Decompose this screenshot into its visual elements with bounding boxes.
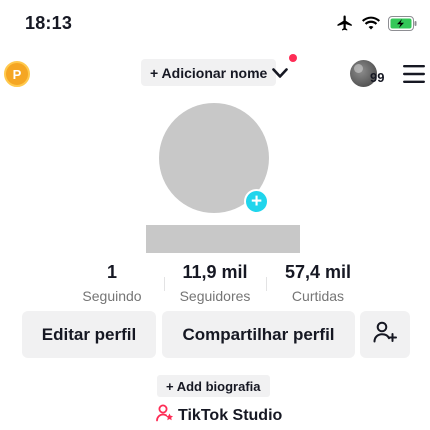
chevron-down-icon[interactable] bbox=[272, 66, 288, 84]
stat-value: 11,9 mil bbox=[182, 262, 248, 282]
avatar-glare bbox=[354, 64, 363, 73]
studio-label: TikTok Studio bbox=[178, 406, 283, 424]
stat-divider bbox=[164, 277, 165, 291]
stat-value: 57,4 mil bbox=[284, 262, 352, 282]
edit-profile-button[interactable]: Editar perfil bbox=[22, 311, 156, 358]
add-user-icon bbox=[373, 321, 397, 348]
stat-likes[interactable]: 57,4 mil Curtidas bbox=[272, 262, 364, 304]
stat-label: Seguidores bbox=[179, 288, 251, 304]
wifi-icon bbox=[362, 16, 380, 30]
add-bio-button[interactable]: + Add biografia bbox=[157, 375, 270, 397]
add-photo-button[interactable]: + bbox=[244, 189, 269, 214]
menu-icon[interactable] bbox=[403, 65, 425, 88]
battery-charging-icon bbox=[388, 15, 418, 31]
notification-dot bbox=[289, 54, 297, 62]
status-icons bbox=[336, 14, 418, 32]
coin-icon[interactable]: P bbox=[4, 61, 30, 87]
status-time: 18:13 bbox=[25, 13, 73, 33]
stat-divider bbox=[266, 277, 267, 291]
stat-following[interactable]: 1 Seguindo bbox=[72, 262, 152, 304]
studio-icon bbox=[156, 404, 174, 427]
username-placeholder bbox=[146, 225, 300, 253]
add-name-button[interactable]: + Adicionar nome bbox=[141, 59, 277, 86]
avatar-badge: 99 bbox=[370, 70, 385, 85]
stat-label: Curtidas bbox=[291, 288, 345, 304]
stat-label: Seguindo bbox=[82, 288, 142, 304]
add-friend-button[interactable] bbox=[360, 311, 410, 358]
share-profile-button[interactable]: Compartilhar perfil bbox=[162, 311, 355, 358]
tiktok-studio-link[interactable]: TikTok Studio bbox=[156, 404, 282, 427]
stat-followers[interactable]: 11,9 mil Seguidores bbox=[170, 262, 260, 304]
stat-value: 1 bbox=[106, 262, 117, 282]
airplane-icon bbox=[336, 14, 354, 32]
status-bar: 18:13 bbox=[0, 0, 430, 50]
